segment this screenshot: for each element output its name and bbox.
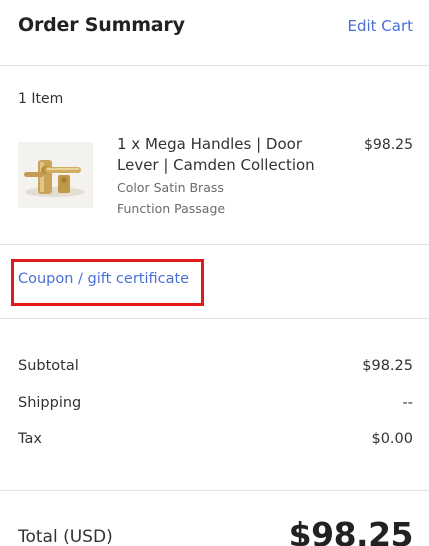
shipping-value: --	[402, 395, 413, 411]
shipping-label: Shipping	[18, 395, 82, 411]
edit-cart-link[interactable]: Edit Cart	[347, 17, 413, 35]
page-title: Order Summary	[18, 14, 185, 36]
product-option-function: Function Passage	[117, 201, 226, 216]
product-price: $98.25	[364, 137, 413, 153]
total-value: $98.25	[288, 515, 414, 546]
divider	[0, 318, 429, 319]
door-lever-image	[18, 142, 93, 208]
tax-row: Tax $0.00	[18, 431, 413, 451]
tax-label: Tax	[18, 431, 42, 447]
product-thumbnail[interactable]	[18, 142, 93, 208]
coupon-gift-certificate-link[interactable]: Coupon / gift certificate	[18, 271, 189, 287]
subtotal-label: Subtotal	[18, 358, 79, 374]
total-label: Total (USD)	[18, 527, 113, 546]
subtotal-row: Subtotal $98.25	[18, 358, 413, 378]
product-name[interactable]: 1 x Mega Handles | Door Lever | Camden C…	[117, 134, 332, 176]
divider	[0, 244, 429, 245]
shipping-row: Shipping --	[18, 395, 413, 415]
product-option-color: Color Satin Brass	[117, 180, 224, 195]
item-count: 1 Item	[18, 91, 64, 107]
tax-value: $0.00	[371, 431, 413, 447]
divider	[0, 65, 429, 66]
divider	[0, 490, 429, 491]
subtotal-value: $98.25	[362, 358, 413, 374]
order-summary-header: Order Summary Edit Cart	[0, 0, 429, 66]
